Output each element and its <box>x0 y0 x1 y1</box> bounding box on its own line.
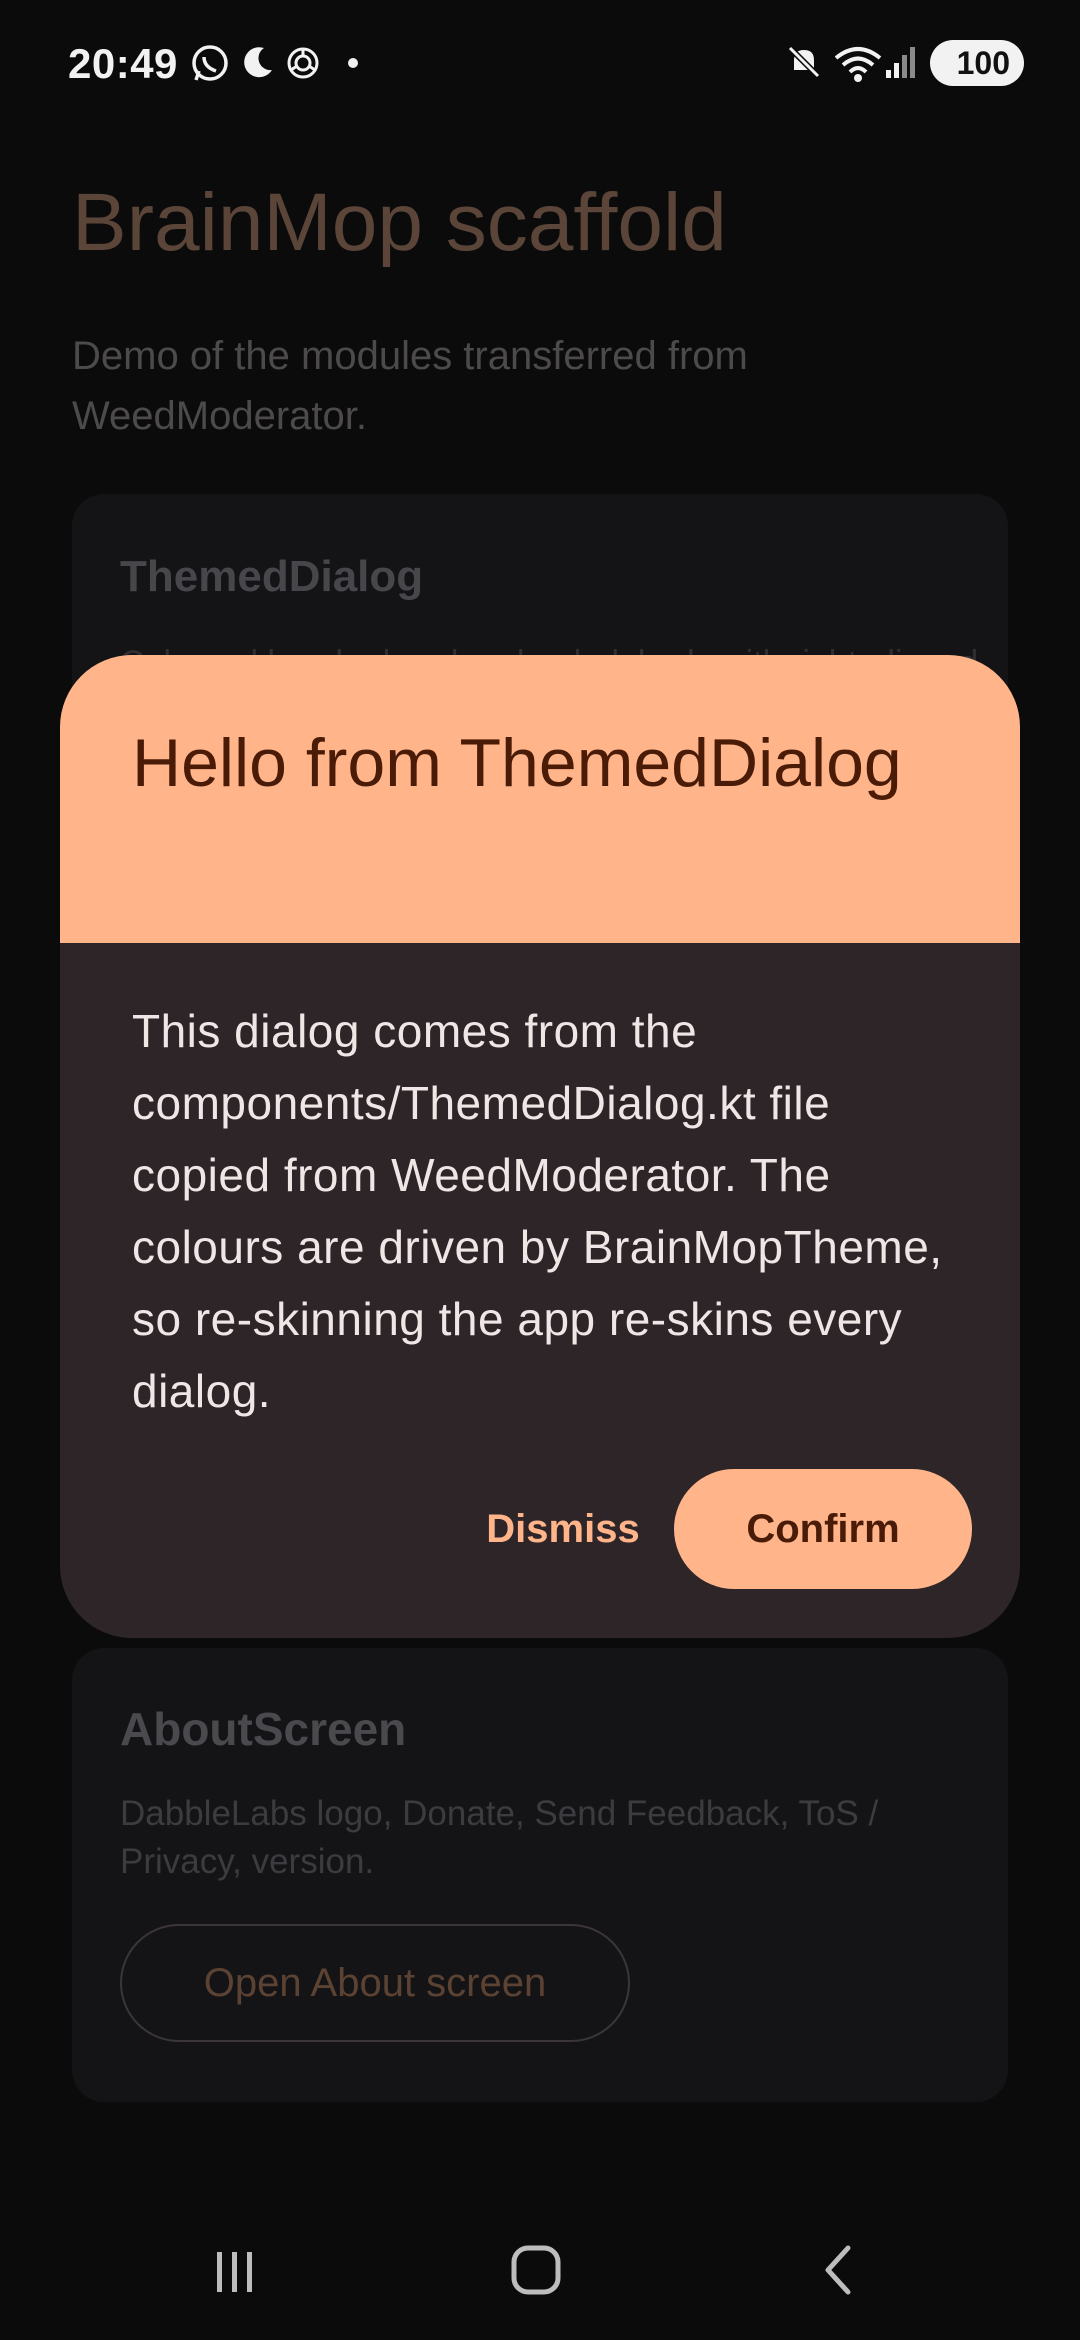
themed-dialog: Hello from ThemedDialog This dialog come… <box>60 655 1020 1638</box>
wifi-icon <box>834 47 882 82</box>
home-button[interactable] <box>476 2230 596 2310</box>
status-time: 20:49 <box>68 40 178 87</box>
recents-icon <box>217 2252 252 2292</box>
page-subtitle: Demo of the modules transferred from Wee… <box>72 334 748 438</box>
whatsapp-icon <box>192 45 228 81</box>
dialog-header: Hello from ThemedDialog <box>60 655 1020 943</box>
dismiss-button[interactable]: Dismiss <box>458 1469 668 1589</box>
openai-icon <box>287 47 319 79</box>
signal-icon <box>886 47 915 78</box>
dot-icon <box>348 58 358 68</box>
recents-button[interactable] <box>175 2230 295 2310</box>
mute-icon <box>787 45 821 79</box>
battery-level: 100 <box>956 44 1010 81</box>
card-title: ThemedDialog <box>120 552 424 601</box>
card-description: DabbleLabs logo, Donate, Send Feedback, … <box>120 1794 879 1881</box>
home-icon <box>511 2245 561 2295</box>
navigation-bar <box>0 2200 1080 2340</box>
status-bar: 20:49 100 <box>0 0 1080 128</box>
about-screen-card: AboutScreen DabbleLabs logo, Donate, Sen… <box>72 1648 1008 2102</box>
confirm-button[interactable]: Confirm <box>674 1469 972 1589</box>
card-title: AboutScreen <box>120 1703 407 1755</box>
dialog-message: This dialog comes from the components/Th… <box>132 1005 943 1417</box>
page-title: BrainMop scaffold <box>72 177 727 268</box>
back-icon <box>825 2245 851 2295</box>
dialog-title: Hello from ThemedDialog <box>132 725 902 801</box>
moon-icon <box>244 47 272 78</box>
back-button[interactable] <box>780 2230 900 2310</box>
battery-icon: 100 <box>930 40 1024 86</box>
open-about-screen-button[interactable]: Open About screen <box>120 1924 630 2042</box>
